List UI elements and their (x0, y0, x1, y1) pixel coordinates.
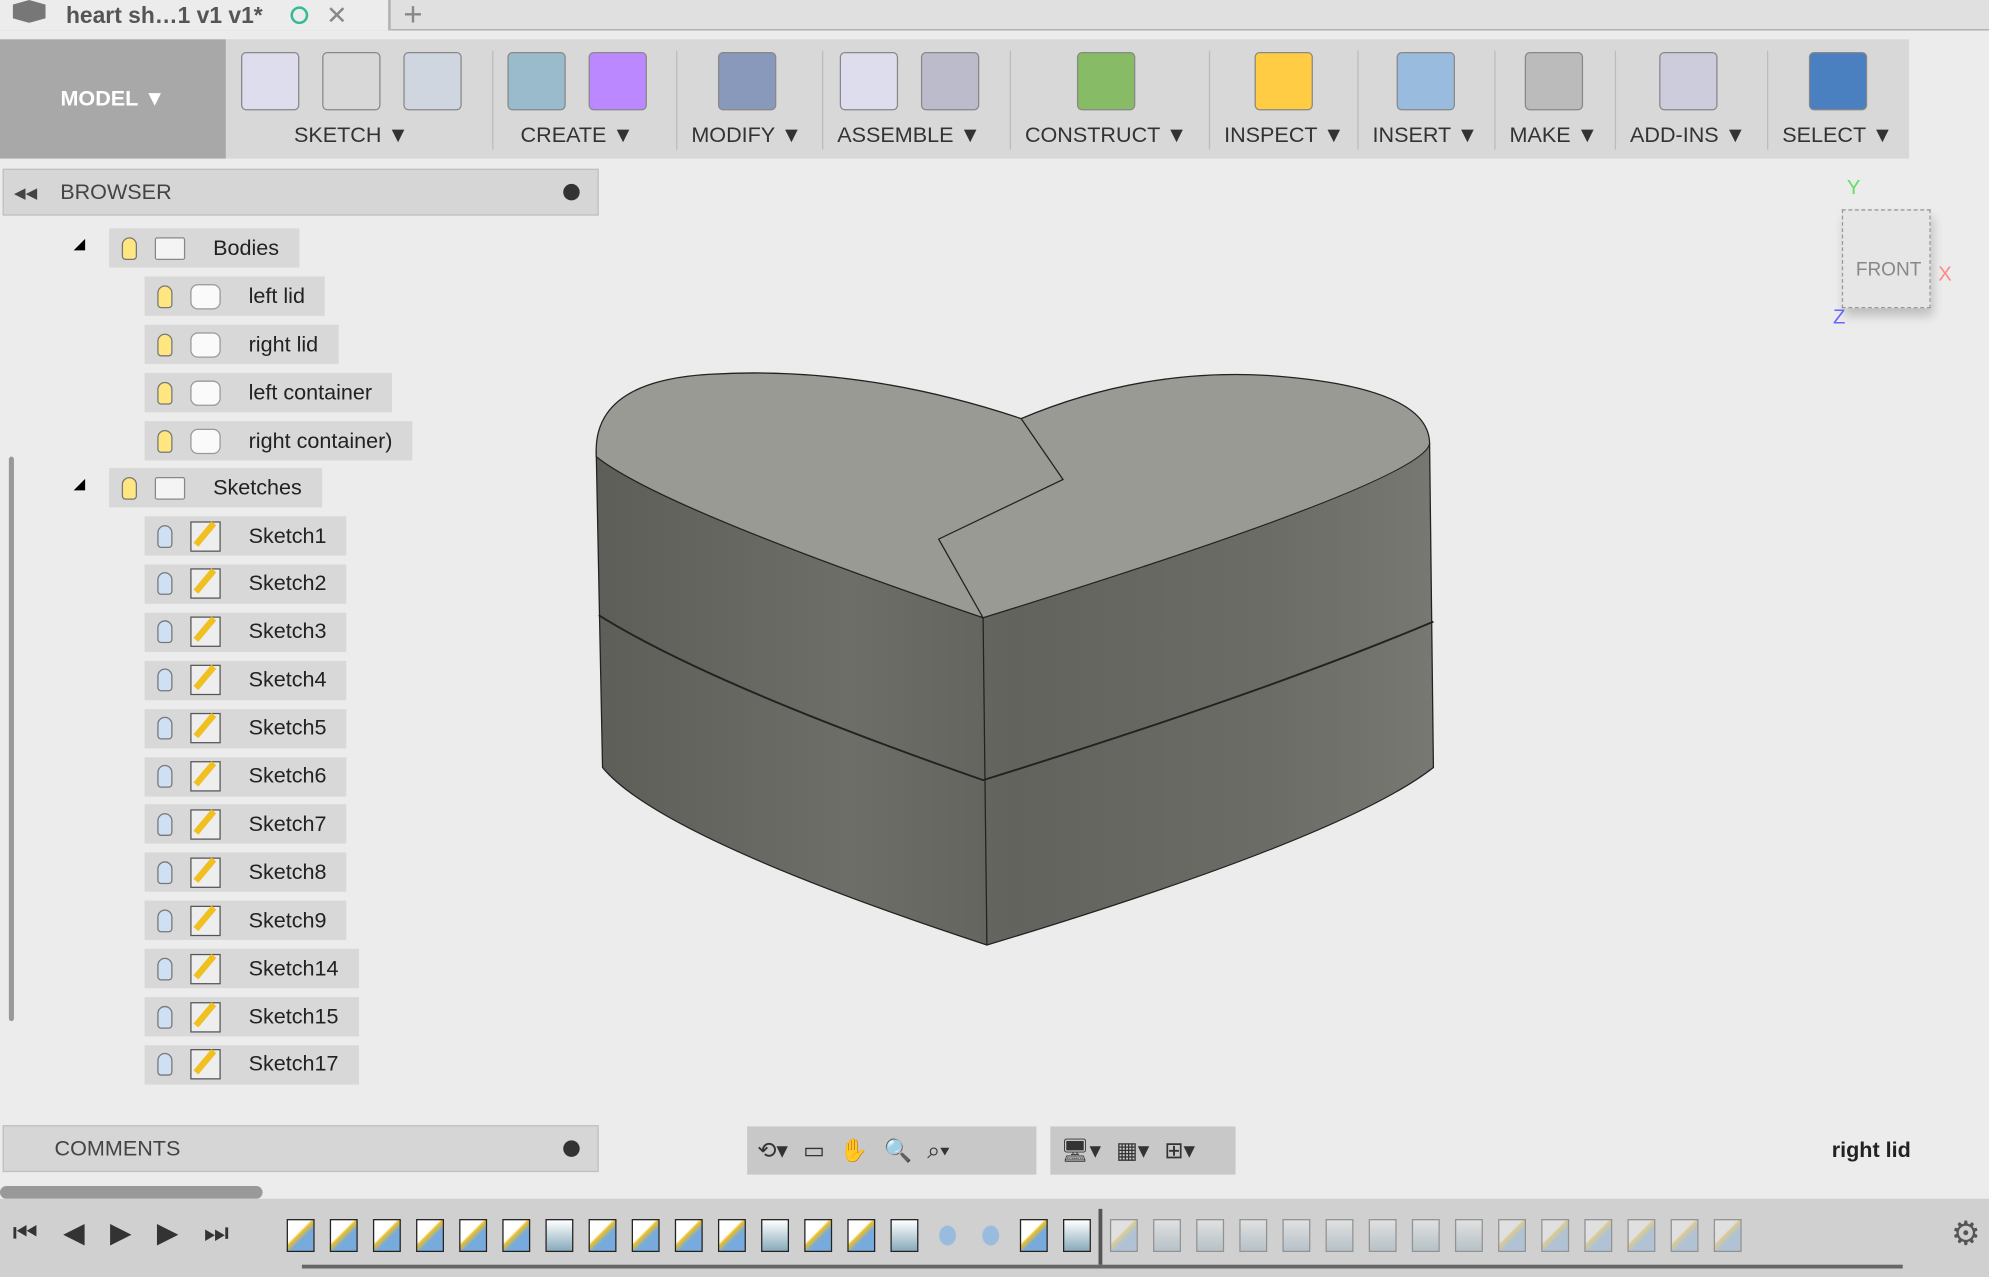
timeline-coil-feature[interactable] (1325, 1219, 1354, 1253)
timeline-coil-feature[interactable] (1411, 1219, 1440, 1253)
timeline-marker[interactable] (1098, 1208, 1103, 1265)
last-icon[interactable]: ⏭ (204, 1216, 229, 1249)
pan-icon[interactable]: ✋ (840, 1137, 868, 1164)
timeline-sketch-feature[interactable] (1541, 1219, 1570, 1253)
horizontal-scrollbar[interactable] (0, 1186, 263, 1199)
orbit-icon[interactable]: ⟲▾ (757, 1137, 788, 1164)
timeline-sketch-feature[interactable] (286, 1219, 315, 1253)
expand-comments-icon[interactable] (563, 1140, 580, 1157)
comments-panel: COMMENTS (2, 1125, 599, 1173)
zoom-icon[interactable]: 🔍 (884, 1137, 912, 1164)
timeline-loft-feature[interactable] (890, 1219, 919, 1253)
timeline-loft-feature[interactable] (761, 1219, 790, 1253)
fit-icon[interactable]: ⌕▾ (927, 1137, 949, 1164)
timeline-box-feature[interactable] (1282, 1219, 1311, 1253)
timeline-loft-feature[interactable] (1063, 1219, 1091, 1253)
timeline-sketch-feature[interactable] (1627, 1219, 1656, 1253)
viewport[interactable] (0, 0, 1989, 1277)
timeline-sketch-feature[interactable] (1584, 1219, 1613, 1253)
next-icon[interactable]: ▶ (157, 1216, 178, 1249)
timeline: ⏮ ◀ ▶ ▶ ⏭ ⚙ (0, 1198, 1989, 1277)
timeline-extrude-feature[interactable] (1239, 1219, 1268, 1253)
timeline-joint-feature[interactable] (933, 1219, 962, 1253)
timeline-joint-feature[interactable] (976, 1219, 1005, 1253)
timeline-sketch-feature[interactable] (1498, 1219, 1527, 1253)
first-icon[interactable]: ⏮ (13, 1216, 38, 1249)
prev-icon[interactable]: ◀ (63, 1216, 84, 1249)
timeline-sketch-feature[interactable] (674, 1219, 703, 1253)
timeline-coil-feature[interactable] (1454, 1219, 1483, 1253)
grid-icon[interactable]: ▦▾ (1116, 1137, 1149, 1164)
navigation-bar: ⟲▾ ▭ ✋ 🔍 ⌕▾ (747, 1126, 1037, 1175)
axis-z: Z (1832, 306, 1846, 329)
display-bar: 🖥▾ ▦▾ ⊞▾ (1050, 1126, 1236, 1175)
timeline-coil-feature[interactable] (1368, 1219, 1397, 1253)
timeline-sketch-feature[interactable] (1670, 1219, 1699, 1253)
axis-y: Y (1846, 177, 1861, 200)
viewcube[interactable]: FRONT (1841, 209, 1931, 309)
timeline-extrude-feature[interactable] (1196, 1219, 1225, 1253)
timeline-sketch-feature[interactable] (847, 1219, 876, 1253)
look-at-icon[interactable]: ▭ (803, 1137, 825, 1164)
timeline-sketch-feature[interactable] (1019, 1219, 1048, 1253)
timeline-sketch-feature[interactable] (1109, 1219, 1138, 1253)
timeline-sketch-feature[interactable] (372, 1219, 401, 1253)
axis-x: X (1938, 263, 1952, 286)
settings-icon[interactable]: ⚙ (1951, 1214, 1981, 1253)
timeline-extrude-feature[interactable] (545, 1219, 574, 1253)
timeline-sketch-feature[interactable] (631, 1219, 660, 1253)
comments-title: COMMENTS (54, 1135, 181, 1161)
selection-status: right lid (1831, 1137, 1911, 1162)
timeline-extrude-feature[interactable] (1153, 1219, 1181, 1253)
timeline-sketch-feature[interactable] (804, 1219, 833, 1253)
timeline-track[interactable] (301, 1264, 1903, 1269)
timeline-sketch-feature[interactable] (502, 1219, 531, 1253)
timeline-sketch-feature[interactable] (717, 1219, 746, 1253)
viewcube-front[interactable]: FRONT (1856, 259, 1922, 281)
playback-controls: ⏮ ◀ ▶ ▶ ⏭ (13, 1216, 229, 1249)
timeline-sketch-feature[interactable] (416, 1219, 444, 1253)
display-settings-icon[interactable]: 🖥▾ (1060, 1137, 1100, 1164)
timeline-sketch-feature[interactable] (329, 1219, 358, 1253)
viewports-icon[interactable]: ⊞▾ (1164, 1137, 1195, 1164)
timeline-sketch-feature[interactable] (459, 1219, 488, 1253)
play-icon[interactable]: ▶ (110, 1216, 131, 1249)
timeline-sketch-feature[interactable] (588, 1219, 617, 1253)
timeline-sketch-feature[interactable] (1713, 1219, 1742, 1253)
